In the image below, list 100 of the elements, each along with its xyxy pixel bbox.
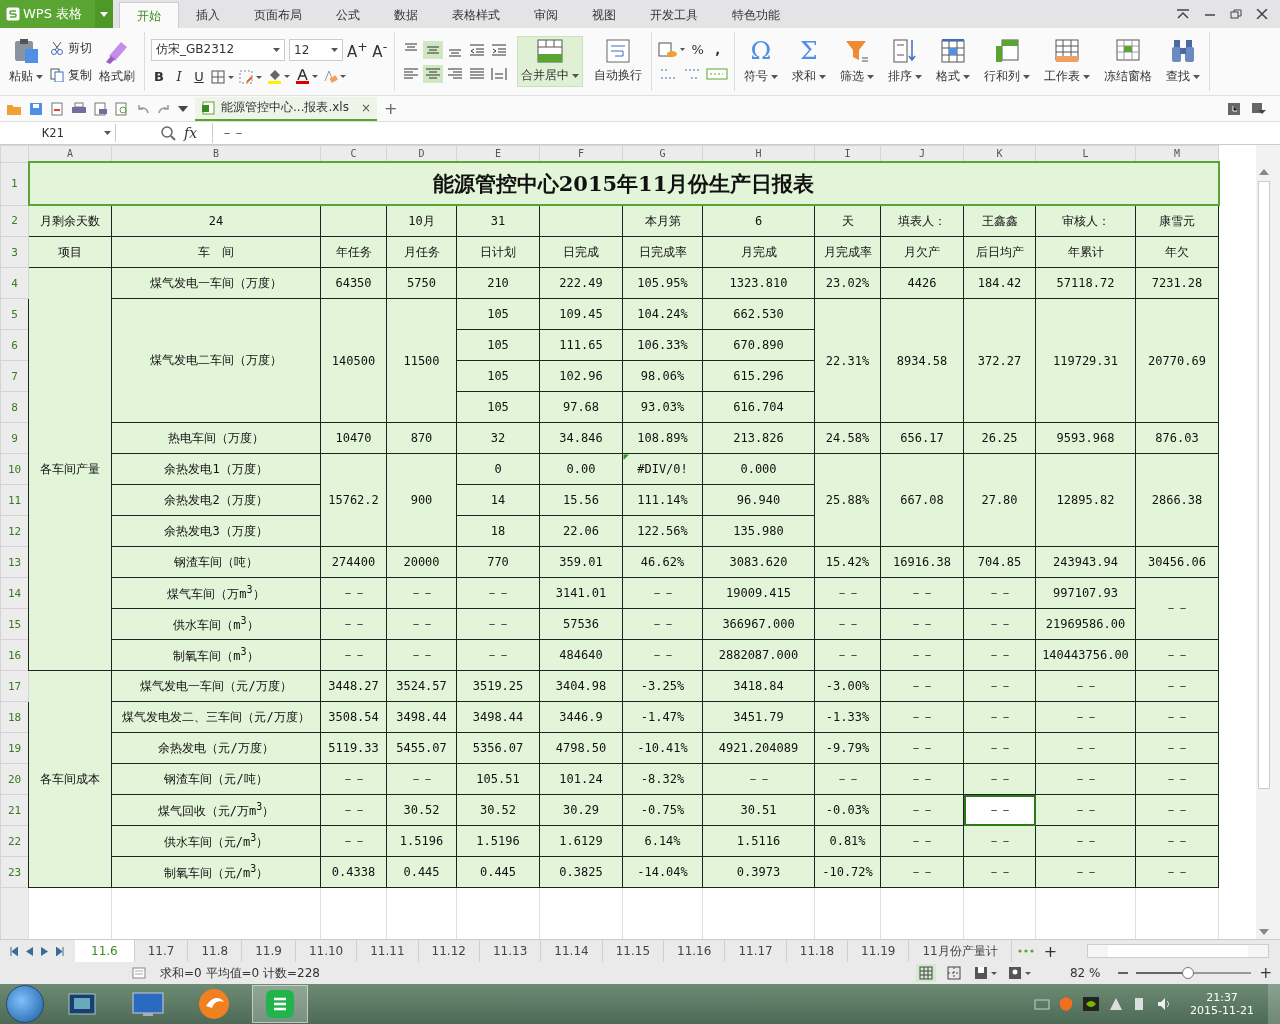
font-color-icon[interactable]: [295, 68, 319, 85]
horizontal-scrollbar[interactable]: [1087, 944, 1270, 958]
row-number[interactable]: 14: [0, 577, 29, 609]
ribbon-tab[interactable]: 页面布局: [237, 2, 319, 28]
comma-button[interactable]: ,: [709, 42, 726, 57]
row-number[interactable]: 2: [0, 205, 29, 237]
collapse-ribbon-icon[interactable]: [1176, 9, 1190, 19]
ribbon-tab[interactable]: 插入: [179, 2, 237, 28]
row-number[interactable]: 19: [0, 732, 29, 764]
row-number[interactable]: 8: [0, 391, 29, 423]
save-icon[interactable]: [29, 101, 43, 116]
taskbar-app-icon[interactable]: [252, 985, 308, 1023]
row-number[interactable]: 5: [0, 298, 29, 330]
next-sheet-icon[interactable]: [41, 946, 48, 956]
grow-font-button[interactable]: A$^{+}$: [347, 38, 368, 61]
row-number[interactable]: 23: [0, 856, 29, 888]
ribbon-tab[interactable]: 公式: [319, 2, 377, 28]
wrap-text-button[interactable]: 自动换行: [590, 37, 645, 86]
print-icon[interactable]: [71, 101, 87, 116]
restore-icon[interactable]: [1230, 9, 1242, 19]
ribbon-tool-button[interactable]: 格式: [932, 36, 973, 87]
formula-input[interactable]: －－: [212, 123, 1280, 143]
row-number[interactable]: 4: [0, 267, 29, 299]
fill-color-icon[interactable]: [267, 68, 291, 85]
ribbon-tool-button[interactable]: 查找: [1162, 36, 1203, 87]
ribbon-tab[interactable]: 数据: [377, 2, 435, 28]
ribbon-tab[interactable]: 表格样式: [435, 2, 517, 28]
function-button[interactable]: fx: [184, 125, 212, 141]
ribbon-tab[interactable]: 特色功能: [715, 2, 797, 28]
align-center-icon[interactable]: [422, 64, 443, 83]
ribbon-tab[interactable]: 开始: [119, 2, 179, 28]
add-sheet-button[interactable]: +: [1043, 941, 1058, 961]
sheet-tab[interactable]: 11.6: [75, 940, 135, 962]
bold-button[interactable]: B: [151, 69, 167, 84]
print-preview-icon[interactable]: [94, 101, 108, 116]
more-icon[interactable]: [1017, 949, 1034, 953]
font-size-dropdown[interactable]: 12: [289, 38, 343, 61]
font-name-dropdown[interactable]: 仿宋_GB2312: [151, 38, 285, 61]
row-number[interactable]: 18: [0, 701, 29, 733]
ribbon-tool-button[interactable]: 筛选: [836, 36, 877, 87]
export-pdf-icon[interactable]: [50, 101, 64, 116]
close-icon[interactable]: [1256, 9, 1268, 19]
ribbon-tool-button[interactable]: Ω 符号: [740, 36, 781, 87]
last-sheet-icon[interactable]: [56, 946, 64, 956]
document-tab[interactable]: 能源管控中心...报表.xls ×: [195, 96, 377, 121]
previous-sheet-icon[interactable]: [26, 946, 33, 956]
search-icon[interactable]: [160, 125, 176, 141]
cut-button[interactable]: 剪切: [50, 39, 92, 57]
preview-icon[interactable]: [115, 101, 129, 116]
row-number[interactable]: 22: [0, 825, 29, 857]
shrink-font-button[interactable]: A$^{-}$: [371, 38, 388, 61]
row-number[interactable]: 11: [0, 484, 29, 516]
name-box[interactable]: K21: [0, 124, 116, 142]
row-number[interactable]: 21: [0, 794, 29, 826]
row-number[interactable]: 13: [0, 546, 29, 578]
row-number[interactable]: 20: [0, 763, 29, 795]
graphics-icon[interactable]: [1082, 996, 1101, 1012]
italic-button[interactable]: I: [171, 69, 187, 84]
clock-date[interactable]: 2015-11-21: [1190, 1004, 1254, 1017]
paste-button[interactable]: 粘贴: [6, 36, 46, 87]
ribbon-tab[interactable]: 视图: [575, 2, 633, 28]
new-tab-button[interactable]: +: [384, 99, 398, 118]
underline-button[interactable]: U: [191, 69, 207, 84]
cell-style-icon[interactable]: [239, 69, 263, 84]
zoom-in-button[interactable]: +: [1259, 964, 1272, 982]
format-painter-button[interactable]: 格式刷: [96, 36, 138, 87]
ribbon-tab[interactable]: 审阅: [517, 2, 575, 28]
row-number[interactable]: 3: [0, 236, 29, 268]
row-number[interactable]: 16: [0, 639, 29, 671]
keyboard-icon[interactable]: [1034, 998, 1051, 1010]
row-number[interactable]: 1: [0, 162, 29, 205]
row-number[interactable]: 15: [0, 608, 29, 640]
caret-icon[interactable]: [178, 105, 188, 112]
row-number[interactable]: 7: [0, 360, 29, 392]
zoom-percent[interactable]: 82 %: [1069, 966, 1101, 980]
row-number[interactable]: 9: [0, 422, 29, 454]
ribbon-tab[interactable]: 开发工具: [633, 2, 715, 28]
percent-button[interactable]: %: [689, 42, 706, 57]
network-icon[interactable]: [1108, 996, 1125, 1012]
scrollbar-thumb[interactable]: [1258, 181, 1270, 789]
normal-view-icon[interactable]: [915, 964, 936, 982]
ribbon-tool-button[interactable]: 工作表: [1040, 36, 1093, 87]
row-number[interactable]: 12: [0, 515, 29, 547]
ribbon-tool-button[interactable]: 排序: [884, 36, 925, 87]
currency-icon[interactable]: [657, 41, 686, 58]
copy-button[interactable]: 复制: [50, 66, 92, 84]
first-sheet-icon[interactable]: [10, 946, 18, 956]
skin-icon[interactable]: [1228, 102, 1240, 115]
scroll-down-icon[interactable]: [1259, 929, 1269, 935]
row-number[interactable]: 6: [0, 329, 29, 361]
merge-center-button[interactable]: 合并居中: [516, 36, 583, 87]
options-icon[interactable]: [1252, 102, 1266, 115]
borders-icon[interactable]: [211, 69, 235, 84]
scroll-up-icon[interactable]: [1259, 169, 1269, 175]
align-middle-icon[interactable]: [422, 40, 443, 59]
row-number[interactable]: 17: [0, 670, 29, 702]
ribbon-tool-button[interactable]: 行和列: [980, 36, 1033, 87]
ribbon-tool-button[interactable]: 冻结窗格: [1100, 36, 1155, 87]
ribbon-tool-button[interactable]: Σ 求和: [788, 36, 829, 87]
start-button[interactable]: [6, 985, 44, 1023]
